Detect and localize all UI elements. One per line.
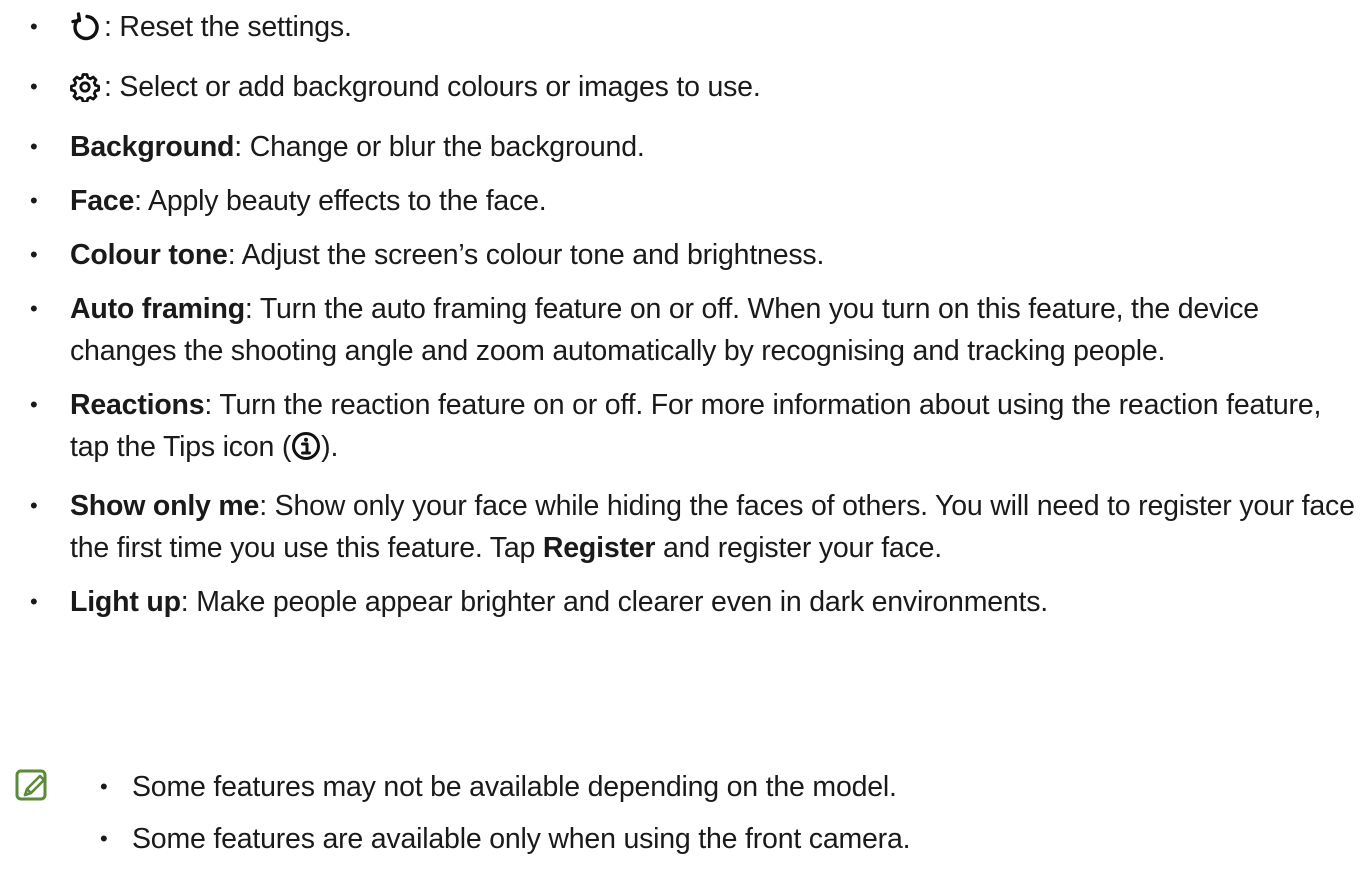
item-text: : Make people appear brighter and cleare…: [180, 586, 1049, 618]
item-text-after: ).: [321, 431, 339, 463]
feature-list: : Reset the settings. : Select or add ba…: [28, 6, 1363, 635]
item-term: Background: [70, 131, 235, 163]
list-item-colour-tone: Colour tone: Adjust the screen’s colour …: [28, 234, 1363, 276]
item-text: : Change or blur the background.: [234, 131, 645, 163]
item-term: Light up: [70, 586, 181, 618]
item-text: : Select or add background colours or im…: [104, 71, 761, 103]
note-item: Some features may not be available depen…: [100, 766, 1360, 808]
list-item-show-only-me: Show only me: Show only your face while …: [28, 485, 1363, 569]
item-text: : Turn the auto framing feature on or of…: [70, 293, 1259, 367]
item-text: : Adjust the screen’s colour tone and br…: [227, 239, 825, 271]
info-icon: [291, 431, 321, 473]
item-text: : Turn the reaction feature on or off. F…: [70, 389, 1322, 463]
item-term: Colour tone: [70, 239, 228, 271]
item-text: : Reset the settings.: [104, 11, 352, 43]
list-item-face: Face: Apply beauty effects to the face.: [28, 180, 1363, 222]
list-item-settings: : Select or add background colours or im…: [28, 66, 1363, 114]
item-term: Face: [70, 185, 135, 217]
list-item-light-up: Light up: Make people appear brighter an…: [28, 581, 1363, 623]
list-item-reactions: Reactions: Turn the reaction feature on …: [28, 384, 1363, 473]
item-term-register: Register: [542, 532, 656, 564]
note-icon: [14, 768, 50, 809]
item-text: : Apply beauty effects to the face.: [134, 185, 547, 217]
item-term: Reactions: [70, 389, 205, 421]
list-item-background: Background: Change or blur the backgroun…: [28, 126, 1363, 168]
reset-icon: [70, 12, 100, 54]
item-term: Auto framing: [70, 293, 245, 325]
note-list: Some features may not be available depen…: [100, 766, 1360, 870]
note-item: Some features are available only when us…: [100, 818, 1360, 860]
item-text-after: and register your face.: [655, 532, 942, 564]
list-item-reset: : Reset the settings.: [28, 6, 1363, 54]
list-item-auto-framing: Auto framing: Turn the auto framing feat…: [28, 288, 1363, 372]
item-term: Show only me: [70, 490, 260, 522]
gear-icon: [70, 72, 100, 114]
